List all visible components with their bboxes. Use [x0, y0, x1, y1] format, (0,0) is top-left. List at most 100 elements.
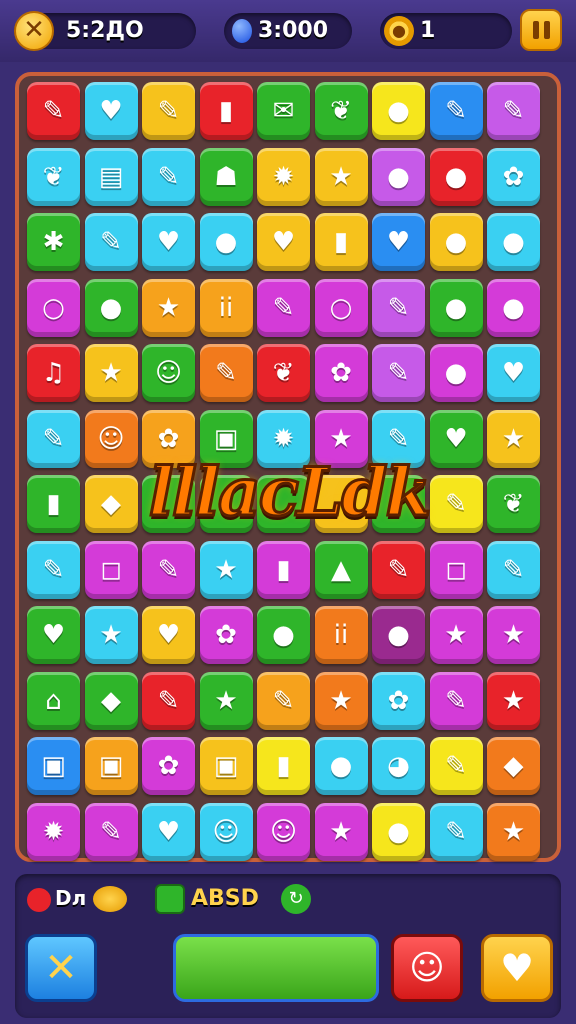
tile-r2-c1[interactable]: ❦ — [27, 147, 80, 206]
tile-r8-c9[interactable]: ✎ — [487, 540, 540, 599]
tile-r3-c1[interactable]: ✱ — [27, 213, 80, 271]
tile-r5-c2[interactable]: ★ — [84, 344, 138, 402]
tile-r12-c9[interactable]: ★ — [487, 802, 540, 861]
tile-r1-c3[interactable]: ✎ — [142, 82, 195, 140]
tile-r3-c2[interactable]: ✎ — [84, 213, 138, 271]
tile-r12-c8[interactable]: ✎ — [429, 802, 483, 861]
tile-r8-c2[interactable]: ◻ — [84, 540, 138, 599]
tile-r11-c7[interactable]: ◕ — [372, 737, 425, 795]
tile-r12-c6[interactable]: ★ — [314, 802, 368, 861]
tile-r12-c3[interactable]: ♥ — [142, 802, 195, 861]
tile-r9-c3[interactable]: ♥ — [142, 606, 195, 664]
tile-r5-c5[interactable]: ❦ — [257, 344, 310, 402]
tile-r9-c6[interactable]: ii — [314, 606, 368, 664]
tile-r8-c1[interactable]: ✎ — [27, 540, 80, 599]
tile-r8-c5[interactable]: ▮ — [257, 540, 310, 599]
tile-r2-c2[interactable]: ▤ — [84, 147, 138, 206]
tile-r9-c5[interactable]: ● — [257, 606, 310, 664]
tile-r2-c3[interactable]: ✎ — [142, 147, 195, 206]
board-banner-title: lllacLdk — [147, 452, 432, 533]
tile-r4-c6[interactable]: ○ — [314, 278, 368, 337]
tile-r5-c6[interactable]: ✿ — [314, 344, 368, 402]
tile-r9-c1[interactable]: ♥ — [27, 606, 80, 664]
tile-r9-c9[interactable]: ★ — [487, 606, 540, 664]
tile-r12-c2[interactable]: ✎ — [84, 802, 138, 861]
tile-r4-c4[interactable]: ii — [199, 278, 253, 337]
main-action-bar[interactable] — [173, 934, 379, 1002]
tile-r12-c4[interactable]: ☺ — [199, 802, 253, 861]
tile-r10-c5[interactable]: ✎ — [257, 671, 310, 730]
tile-r11-c5[interactable]: ▮ — [257, 737, 310, 795]
tile-r2-c9[interactable]: ✿ — [487, 147, 540, 206]
tile-r10-c9[interactable]: ★ — [487, 671, 540, 730]
tile-r8-c8[interactable]: ◻ — [429, 540, 483, 599]
tile-r11-c9[interactable]: ◆ — [487, 737, 540, 795]
tile-r2-c7[interactable]: ● — [372, 147, 425, 206]
tile-r2-c8[interactable]: ● — [429, 147, 483, 206]
tile-r4-c2[interactable]: ● — [84, 278, 138, 337]
tile-r11-c6[interactable]: ● — [314, 737, 368, 795]
tile-r12-c1[interactable]: ✹ — [27, 802, 80, 861]
tile-r10-c1[interactable]: ⌂ — [27, 671, 80, 730]
tile-r6-c1[interactable]: ✎ — [27, 409, 80, 468]
tile-r9-c7[interactable]: ● — [372, 606, 425, 664]
tile-r1-c8[interactable]: ✎ — [429, 82, 483, 140]
tile-r8-c4[interactable]: ★ — [199, 540, 253, 599]
tile-r9-c8[interactable]: ★ — [429, 606, 483, 664]
tile-r11-c8[interactable]: ✎ — [429, 737, 483, 795]
tile-r3-c4[interactable]: ● — [199, 213, 253, 271]
tile-r4-c3[interactable]: ★ — [142, 278, 195, 337]
tile-r11-c2[interactable]: ▣ — [84, 737, 138, 795]
shuffle-button[interactable]: ✕ — [25, 934, 97, 1002]
heart-button[interactable]: ♥ — [481, 934, 553, 1002]
face-button[interactable]: ☺ — [391, 934, 463, 1002]
tile-r3-c7[interactable]: ♥ — [372, 213, 425, 271]
tile-r5-c8[interactable]: ● — [429, 344, 483, 402]
tile-r9-c4[interactable]: ✿ — [199, 606, 253, 664]
tile-r10-c8[interactable]: ✎ — [429, 671, 483, 730]
tile-r11-c1[interactable]: ▣ — [27, 737, 80, 795]
tile-r10-c4[interactable]: ★ — [199, 671, 253, 730]
tile-r10-c3[interactable]: ✎ — [142, 671, 195, 730]
tile-r1-c6[interactable]: ❦ — [314, 82, 368, 140]
pause-button[interactable] — [520, 9, 562, 51]
tile-r8-c6[interactable]: ▲ — [314, 540, 368, 599]
tile-r11-c3[interactable]: ✿ — [142, 737, 195, 795]
tile-r9-c2[interactable]: ★ — [84, 606, 138, 664]
tile-r6-c9[interactable]: ★ — [487, 409, 540, 468]
tile-r4-c9[interactable]: ● — [487, 278, 540, 337]
tile-r3-c8[interactable]: ● — [429, 213, 483, 271]
tile-r11-c4[interactable]: ▣ — [199, 737, 253, 795]
tile-r1-c9[interactable]: ✎ — [487, 82, 540, 140]
tile-r12-c7[interactable]: ● — [372, 802, 425, 861]
tile-r3-c6[interactable]: ▮ — [314, 213, 368, 271]
tile-r5-c1[interactable]: ♫ — [27, 344, 80, 402]
tile-r3-c5[interactable]: ♥ — [257, 213, 310, 271]
tile-r2-c4[interactable]: ☗ — [199, 147, 253, 206]
tile-r2-c6[interactable]: ★ — [314, 147, 368, 206]
tile-r3-c9[interactable]: ● — [487, 213, 540, 271]
tile-r12-c5[interactable]: ☺ — [257, 802, 310, 861]
tile-r4-c7[interactable]: ✎ — [372, 278, 425, 337]
tile-r4-c1[interactable]: ○ — [27, 278, 80, 337]
tile-r1-c7[interactable]: ● — [372, 82, 425, 140]
tile-r1-c5[interactable]: ✉ — [257, 82, 310, 140]
tile-r1-c2[interactable]: ♥ — [84, 82, 138, 140]
tile-r1-c4[interactable]: ▮ — [199, 82, 253, 140]
tile-r10-c2[interactable]: ◆ — [84, 671, 138, 730]
tile-r4-c5[interactable]: ✎ — [257, 278, 310, 337]
tile-r5-c7[interactable]: ✎ — [372, 344, 425, 402]
tile-r3-c3[interactable]: ♥ — [142, 213, 195, 271]
tile-r8-c7[interactable]: ✎ — [372, 540, 425, 599]
tile-r10-c7[interactable]: ✿ — [372, 671, 425, 730]
tile-r4-c8[interactable]: ● — [429, 278, 483, 337]
tile-r5-c4[interactable]: ✎ — [199, 344, 253, 402]
tile-r7-c9[interactable]: ❦ — [487, 475, 540, 533]
tile-r1-c1[interactable]: ✎ — [27, 82, 80, 140]
tile-r8-c3[interactable]: ✎ — [142, 540, 195, 599]
tile-r5-c3[interactable]: ☺ — [142, 344, 195, 402]
tile-r7-c1[interactable]: ▮ — [27, 475, 80, 533]
tile-r10-c6[interactable]: ★ — [314, 671, 368, 730]
tile-r2-c5[interactable]: ✹ — [257, 147, 310, 206]
tile-r5-c9[interactable]: ♥ — [487, 344, 540, 402]
